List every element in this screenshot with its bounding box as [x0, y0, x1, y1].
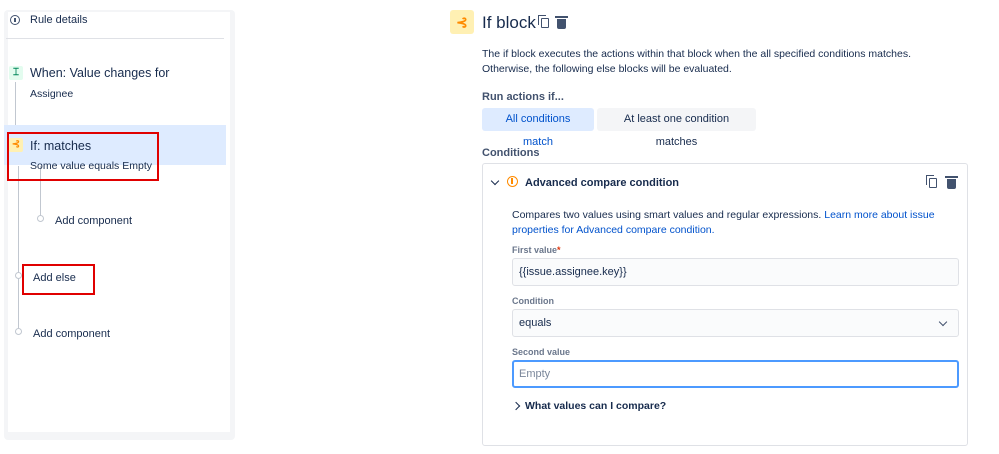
add-else-link[interactable]: Add else — [33, 272, 76, 284]
info-icon — [10, 15, 20, 25]
warning-icon — [507, 176, 518, 187]
required-mark: * — [557, 245, 561, 255]
condition-select[interactable]: equals — [512, 309, 959, 337]
first-value-text: {{issue.assignee.key}} — [519, 266, 627, 278]
at-least-one-condition-button[interactable]: At least one condition matches — [597, 108, 756, 148]
node-dot — [15, 328, 22, 335]
branch-icon: ⊰ — [9, 138, 23, 152]
trigger-icon: ⌶ — [9, 66, 23, 80]
condition-title[interactable]: Advanced compare condition — [525, 177, 679, 189]
first-value-input[interactable]: {{issue.assignee.key}} — [512, 258, 959, 286]
first-value-label-text: First value — [512, 245, 558, 255]
if-block-subtitle: Some value equals Empty — [30, 160, 152, 172]
second-value-input[interactable]: Empty — [512, 360, 959, 388]
second-value-label: Second value — [512, 347, 571, 357]
block-title: If block — [482, 13, 536, 32]
trigger-subtitle: Assignee — [30, 88, 74, 100]
divider — [6, 38, 224, 39]
all-conditions-match-button[interactable]: All conditions match — [482, 108, 594, 148]
conditions-label: Conditions — [482, 147, 540, 159]
rule-details-item[interactable]: Rule details — [10, 14, 87, 26]
rule-details-label: Rule details — [30, 14, 88, 26]
condition-select-value: equals — [519, 317, 552, 329]
condition-description-text: Compares two values using smart values a… — [512, 209, 825, 221]
chevron-down-icon — [938, 317, 948, 327]
condition-label: Condition — [512, 296, 554, 306]
connector-line — [18, 166, 19, 328]
connector-line — [40, 166, 41, 219]
node-dot — [37, 215, 44, 222]
first-value-label: First value* — [512, 245, 561, 255]
trash-icon[interactable] — [555, 16, 568, 29]
run-actions-label: Run actions if... — [482, 91, 564, 103]
second-value-placeholder: Empty — [519, 368, 551, 380]
copy-icon[interactable] — [538, 15, 549, 28]
trigger-title[interactable]: When: Value changes for — [30, 66, 169, 80]
copy-icon[interactable] — [926, 175, 937, 188]
node-dot — [15, 272, 22, 279]
add-component-outer-link[interactable]: Add component — [33, 328, 110, 340]
if-block-title: If: matches — [30, 139, 92, 153]
branch-icon: ⊰ — [450, 10, 474, 34]
add-component-inner-link[interactable]: Add component — [55, 215, 132, 227]
block-description: The if block executes the actions within… — [482, 48, 911, 75]
trash-icon[interactable] — [945, 176, 958, 189]
condition-description: Compares two values using smart values a… — [512, 208, 964, 238]
what-values-toggle[interactable]: What values can I compare? — [525, 400, 666, 412]
